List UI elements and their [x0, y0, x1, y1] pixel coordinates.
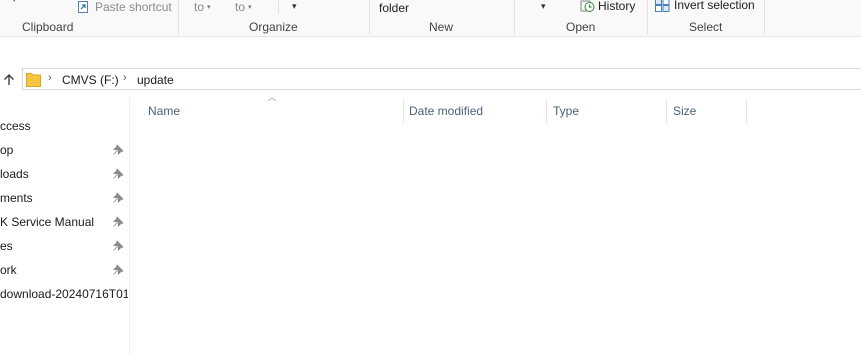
ribbon-separator — [369, 0, 370, 34]
history-label: History — [598, 0, 636, 13]
nav-item-work[interactable]: ork — [0, 263, 128, 277]
nav-item-service-manual[interactable]: K Service Manual — [0, 215, 128, 229]
chevron-right-icon[interactable]: › — [48, 72, 52, 84]
up-arrow-icon — [4, 73, 14, 85]
open-caret-icon[interactable]: ▾ — [541, 1, 546, 12]
pin-icon[interactable] — [112, 144, 124, 156]
new-folder-button[interactable]: folder — [379, 1, 409, 15]
delete-caret-icon[interactable]: ▾ — [292, 1, 297, 12]
nav-item-desktop[interactable]: op — [0, 143, 128, 157]
up-button[interactable] — [1, 71, 17, 87]
nav-item-download-folder[interactable]: download-20240716T011 — [0, 287, 128, 301]
pin-icon[interactable] — [112, 264, 124, 276]
ribbon-separator — [647, 0, 648, 34]
ribbon-separator — [178, 0, 179, 34]
new-group-caption: New — [429, 20, 454, 34]
nav-item-documents[interactable]: ments — [0, 191, 128, 205]
invert-selection-button[interactable]: Invert selection — [655, 0, 755, 12]
paste-shortcut-button[interactable]: Paste shortcut — [77, 0, 172, 14]
nav-item-downloads[interactable]: loads — [0, 167, 128, 181]
invert-selection-label: Invert selection — [674, 0, 755, 12]
copy-to-label: to — [235, 0, 246, 14]
organize-group-caption: Organize — [249, 20, 298, 34]
history-button[interactable]: History — [580, 0, 635, 13]
pin-icon[interactable] — [112, 168, 124, 180]
column-divider[interactable] — [666, 99, 667, 123]
column-divider[interactable] — [403, 99, 404, 123]
file-list-area[interactable] — [131, 124, 861, 355]
copy-to-caret-icon: ▾ — [248, 4, 252, 11]
column-header-date-modified[interactable]: Date modified — [409, 104, 483, 118]
nav-pane-divider — [129, 97, 130, 355]
ribbon-separator — [514, 0, 515, 34]
copy-to-button[interactable]: to ▾ — [235, 0, 252, 14]
breadcrumb-folder[interactable]: update — [137, 73, 174, 87]
paste-shortcut-icon — [78, 1, 88, 13]
column-divider[interactable] — [746, 99, 747, 123]
clipboard-group-caption: Clipboard — [22, 20, 74, 34]
move-to-label: to — [194, 0, 205, 14]
ribbon-dropdown-caret-icon: ▾ — [12, 0, 17, 5]
invert-selection-icon — [655, 0, 670, 12]
column-header-type[interactable]: Type — [553, 104, 579, 118]
history-icon — [580, 0, 595, 12]
nav-item-quick-access[interactable]: ccess — [0, 119, 128, 133]
move-to-button[interactable]: to ▾ — [194, 0, 211, 14]
column-divider[interactable] — [546, 99, 547, 123]
open-group-caption: Open — [566, 20, 596, 34]
nav-item-pictures[interactable]: es — [0, 239, 128, 253]
column-header-name[interactable]: Name — [148, 104, 180, 118]
move-to-caret-icon: ▾ — [207, 4, 211, 11]
select-group-caption: Select — [689, 20, 723, 34]
pin-icon[interactable] — [112, 216, 124, 228]
paste-shortcut-label: Paste shortcut — [95, 0, 172, 14]
folder-icon — [26, 73, 41, 87]
ribbon-separator — [764, 0, 765, 34]
pin-icon[interactable] — [112, 192, 124, 204]
ribbon-separator — [278, 0, 279, 14]
breadcrumb-drive[interactable]: CMVS (F:) — [62, 73, 119, 87]
chevron-right-icon[interactable]: › — [123, 72, 127, 84]
column-header-size[interactable]: Size — [673, 104, 696, 118]
sort-ascending-icon: ︿ — [268, 93, 276, 102]
pin-icon[interactable] — [112, 240, 124, 252]
